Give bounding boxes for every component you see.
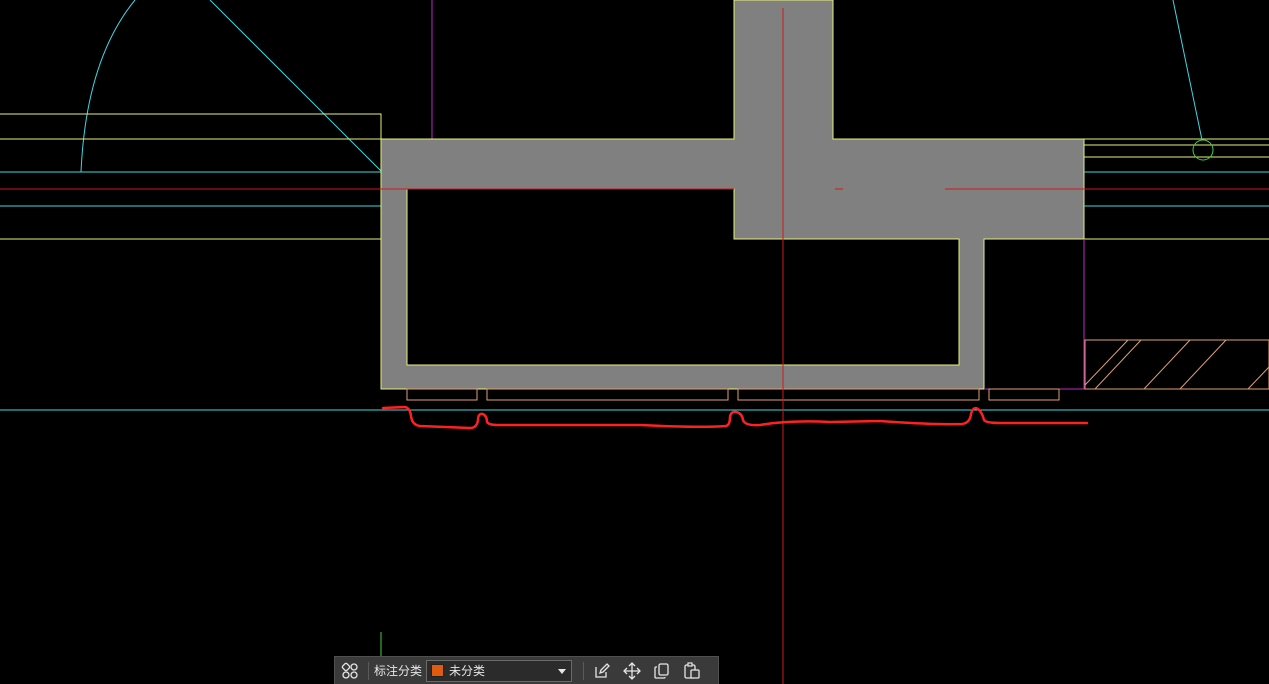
- paste-button[interactable]: [677, 658, 707, 684]
- copy-button[interactable]: [647, 658, 677, 684]
- edit-button[interactable]: [587, 658, 617, 684]
- category-dropdown[interactable]: 未分类: [426, 659, 573, 682]
- edit-icon: [595, 662, 610, 678]
- cad-drawing-canvas[interactable]: [0, 0, 1269, 684]
- category-value: 未分类: [449, 664, 486, 678]
- paste-icon: [684, 661, 700, 679]
- copy-icon: [654, 662, 669, 679]
- annotation-toolbar: 标注分类 未分类: [334, 656, 719, 684]
- move-button[interactable]: [617, 658, 647, 684]
- move-icon: [623, 661, 641, 680]
- toolbar-separator: [368, 661, 369, 680]
- drawing-svg[interactable]: [0, 0, 1269, 684]
- chevron-down-icon: [558, 668, 567, 674]
- category-label: 标注分类: [374, 664, 423, 678]
- toolbar-separator: [583, 661, 585, 680]
- markup-panel-button[interactable]: [335, 658, 365, 684]
- category-color-swatch: [431, 664, 445, 677]
- markup-panel-icon: [341, 662, 358, 679]
- canvas-background: [0, 0, 1269, 684]
